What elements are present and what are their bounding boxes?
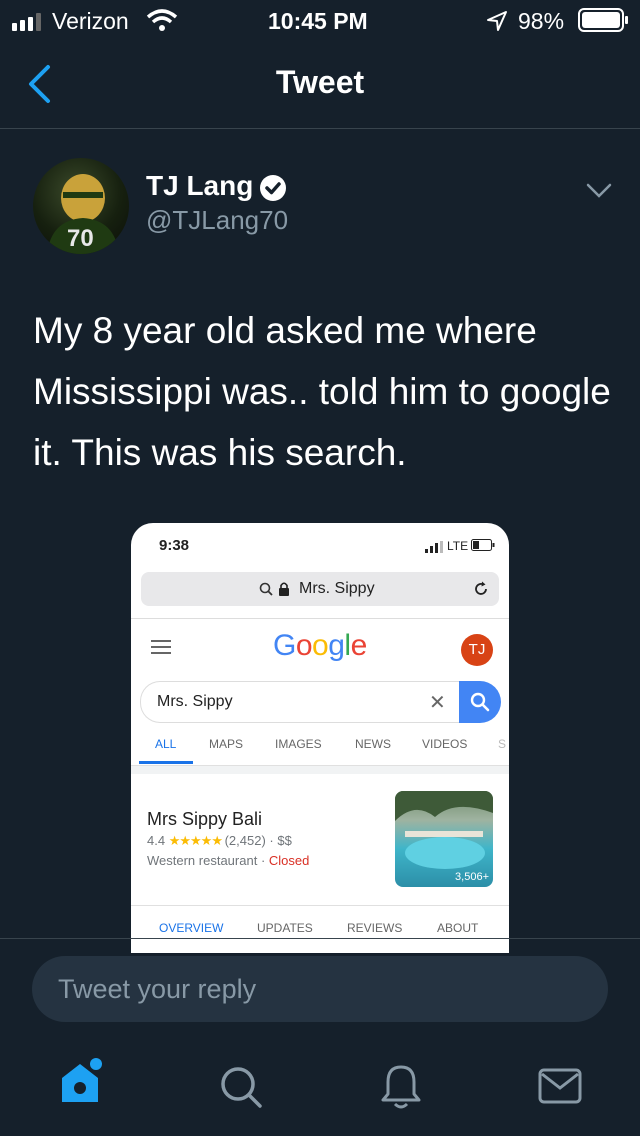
google-logo: Google xyxy=(273,629,367,663)
battery-percent: 98% xyxy=(518,8,565,34)
google-logo-letter: g xyxy=(328,629,345,662)
embedded-dot-separator: · xyxy=(269,833,274,848)
google-logo-letter: G xyxy=(273,629,296,662)
embedded-search-icon xyxy=(259,582,273,596)
embedded-tab-updates[interactable]: UPDATES xyxy=(257,921,313,935)
embedded-tab-maps[interactable]: MAPS xyxy=(209,737,243,751)
tab-bar xyxy=(0,1040,640,1136)
embedded-network: LTE xyxy=(447,539,469,553)
tweet-text: My 8 year old asked me where Mississippi… xyxy=(33,310,611,473)
embedded-result-photo[interactable]: 3,506+ xyxy=(395,791,493,887)
status-bar: Verizon 10:45 PM 98% xyxy=(0,0,640,40)
embedded-stars: ★★★★★ xyxy=(168,833,225,848)
embedded-meta-row: Western restaurant · Closed xyxy=(147,853,309,868)
home-icon[interactable] xyxy=(58,1056,106,1106)
embedded-result-title[interactable]: Mrs Sippy Bali xyxy=(147,809,262,830)
embedded-time: 9:38 xyxy=(159,537,190,554)
location-icon xyxy=(487,11,507,31)
embedded-tab-reviews[interactable]: REVIEWS xyxy=(347,921,402,935)
embedded-battery-icon xyxy=(471,539,495,551)
embedded-rating-row: 4.4 ★★★★★ (2,452) · $$ xyxy=(147,833,292,849)
embedded-photo-count: 3,506+ xyxy=(455,871,489,883)
embedded-tabs: ALL MAPS IMAGES NEWS VIDEOS S xyxy=(131,737,509,764)
embedded-tab-about[interactable]: ABOUT xyxy=(437,921,478,935)
battery-icon xyxy=(578,8,628,32)
embedded-tab-all[interactable]: ALL xyxy=(155,737,176,751)
embedded-url: Mrs. Sippy xyxy=(299,580,375,597)
embedded-tab-indicator xyxy=(139,761,193,764)
nav-bar: Tweet xyxy=(0,40,640,129)
avatar[interactable]: 70 xyxy=(33,158,129,254)
author-name[interactable]: TJ Lang xyxy=(146,170,253,202)
embedded-tab-images[interactable]: IMAGES xyxy=(275,737,322,751)
embedded-divider xyxy=(131,618,509,619)
embedded-tab-more[interactable]: S xyxy=(498,737,506,751)
embedded-signal-icon xyxy=(425,541,443,553)
embedded-clear-icon[interactable]: ✕ xyxy=(429,690,446,715)
embedded-query: Mrs. Sippy xyxy=(157,693,233,710)
signal-icon xyxy=(12,13,41,31)
embedded-category: Western restaurant xyxy=(147,853,258,868)
verified-badge-icon xyxy=(260,175,286,201)
avatar-photo: 70 xyxy=(47,174,119,254)
embedded-price: $$ xyxy=(277,833,292,848)
reply-input[interactable]: Tweet your reply xyxy=(32,956,608,1022)
embedded-search-button[interactable] xyxy=(459,681,501,723)
embedded-tab-overview[interactable]: OVERVIEW xyxy=(159,921,223,935)
google-logo-letter: o xyxy=(312,629,329,662)
tweet-image[interactable]: 9:38 LTE Mrs. Sippy Google TJ Mrs. Sippy… xyxy=(131,523,509,953)
google-logo-letter: e xyxy=(350,629,368,662)
chevron-down-icon[interactable] xyxy=(586,182,612,200)
jersey-number: 70 xyxy=(67,225,94,252)
embedded-menu-icon[interactable] xyxy=(151,639,171,655)
embedded-divider-2 xyxy=(131,905,509,906)
embedded-reload-icon[interactable] xyxy=(473,581,489,597)
google-logo-letter: o xyxy=(295,629,313,662)
author-handle[interactable]: @TJLang70 xyxy=(146,205,288,236)
embedded-section-gap xyxy=(131,765,509,774)
embedded-address-bar[interactable]: Mrs. Sippy xyxy=(141,572,499,606)
search-icon[interactable] xyxy=(218,1064,264,1110)
clock: 10:45 PM xyxy=(268,8,368,34)
embedded-tab-videos[interactable]: VIDEOS xyxy=(422,737,467,751)
embedded-dot-separator-2: · xyxy=(260,853,266,868)
embedded-tab-news[interactable]: NEWS xyxy=(355,737,391,751)
reply-placeholder: Tweet your reply xyxy=(58,974,257,1004)
embedded-open-status: Closed xyxy=(268,853,310,868)
embedded-reviews: (2,452) xyxy=(224,833,266,848)
carrier-label: Verizon xyxy=(52,8,129,34)
page-title: Tweet xyxy=(275,64,365,100)
reply-divider xyxy=(0,938,640,939)
embedded-search-button-icon xyxy=(470,692,490,712)
mail-icon[interactable] xyxy=(538,1068,582,1104)
embedded-search-input[interactable]: Mrs. Sippy ✕ xyxy=(140,681,461,723)
embedded-rating: 4.4 xyxy=(147,833,166,848)
wifi-icon xyxy=(146,9,178,31)
bell-icon[interactable] xyxy=(380,1062,422,1110)
embedded-profile-avatar[interactable]: TJ xyxy=(461,634,493,666)
embedded-lock-icon xyxy=(279,582,289,596)
